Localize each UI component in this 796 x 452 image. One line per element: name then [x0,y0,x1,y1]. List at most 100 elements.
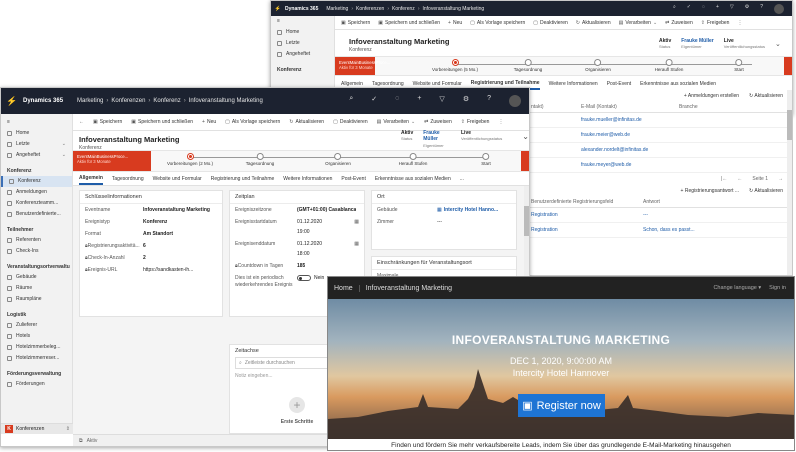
front-nav-hotels[interactable]: Hotels [1,331,72,342]
website-home-link[interactable]: Home [328,284,360,292]
back-crumb-type[interactable]: Konferenz [392,6,415,12]
back-process-button[interactable]: ▤ Verarbeiten ⌄ [619,20,658,26]
front-avatar[interactable] [509,95,521,107]
back-add-icon[interactable]: + [716,4,719,14]
start-time-input[interactable]: 19:00 [297,229,322,235]
back-col-email[interactable]: E-Mail (Kontakt) [581,104,679,110]
front-task-icon[interactable]: ✓ [371,95,377,107]
front-save-button[interactable]: ▣ Speichern [93,119,122,125]
front-nav-recent[interactable]: Letzte ⌄ [1,139,72,150]
back-subgrid-refresh-button[interactable]: ↻ Aktualisieren [749,93,783,99]
recurring-toggle[interactable]: Nein [297,275,324,281]
back-col-industry[interactable]: Branche [679,104,698,110]
front-hdr-owner[interactable]: Frauke Müller Eigentümer [423,130,451,148]
front-tab-general[interactable]: Allgemein [79,173,103,185]
front-tab-social[interactable]: Erkenntnisse aus sozialen Medien [375,174,451,184]
start-date-input[interactable]: 01.12.2020 [297,219,322,225]
front-nav-hotel-occupancy[interactable]: Hotelzimmerbeleg... [1,342,72,353]
back-share-button[interactable]: ⇪ Freigeben [701,20,730,26]
front-tab-agenda[interactable]: Tagesordnung [112,174,144,184]
front-crumb-area[interactable]: Marketing [77,98,103,104]
back-bpf-flag[interactable]: EventMainBusinessProce... Aktiv für 3 Mon… [335,57,390,75]
end-date-input[interactable]: 01.12.2020 [297,241,322,247]
back-refresh-button[interactable]: ↻ Aktualisieren [576,20,611,26]
front-share-button[interactable]: ⇪ Freigeben [461,119,490,125]
front-nav-roomplans[interactable]: Raumpläne [1,294,72,305]
back-avatar[interactable] [774,3,784,14]
back-new-button[interactable]: + Neu [448,20,462,26]
front-tab-website[interactable]: Website und Formular [153,174,202,184]
back-col-custom-field[interactable]: Benutzerdefinierte Registrierungsfeld [531,199,643,205]
front-more-commands-icon[interactable]: ⋮ [498,119,503,125]
front-nav-konferenz[interactable]: Konferenz [1,176,72,187]
front-nav-home[interactable]: Home [1,128,72,139]
front-save-template-button[interactable]: ▢ Als Vorlage speichern [225,119,280,125]
front-stage-3[interactable]: Organisieren [325,153,351,166]
front-nav-suppliers[interactable]: Zulieferer [1,320,72,331]
front-nav-speakers[interactable]: Referenten [1,235,72,246]
end-time-input[interactable]: 18:00 [297,251,322,257]
back-app-launcher-icon[interactable]: ⚡ [271,6,285,12]
front-deactivate-button[interactable]: ▢ Deaktivieren [333,119,368,125]
front-tab-more[interactable]: ... [460,174,464,184]
back-create-registration-button[interactable]: + Anmeldungen erstellen [684,93,739,99]
front-filter-icon[interactable]: ▽ [439,95,444,107]
back-stage-3[interactable]: Organisieren [585,59,611,72]
front-search-icon[interactable]: ⌕ [349,95,353,107]
table-row[interactable]: frauke.meier@web.de [527,128,789,143]
table-row[interactable]: frauke.meyer@web.de [527,158,789,173]
calendar-icon[interactable]: ▦ [354,241,359,247]
back-tab-social[interactable]: Erkenntnisse aus sozialen Medien [640,79,716,89]
front-back-button[interactable]: ← [79,119,84,125]
front-tab-registration[interactable]: Registrierung und Teilnahme [211,174,275,184]
front-add-icon[interactable]: + [417,95,421,107]
front-nav-buildings[interactable]: Gebäude [1,272,72,283]
back-nav-recent[interactable]: Letzte [271,38,334,49]
front-stage-1[interactable]: Vorbereitungen (2 Mo.) [167,153,213,166]
front-app-name[interactable]: Dynamics 365 [23,98,63,104]
back-stage-1[interactable]: Vorbereitungen (5 Mo.) [432,59,478,72]
front-area-switcher[interactable]: K Konferenzen ⇕ [1,423,73,434]
table-row[interactable]: Registration Schon, dass es passt... [527,223,789,238]
back-nav-home[interactable]: Home [271,27,334,38]
back-help-icon[interactable]: ? [760,4,763,14]
back-more-commands-icon[interactable]: ⋮ [737,20,742,26]
back-crumb-area[interactable]: Marketing [326,6,348,12]
front-nav-pinned[interactable]: Angeheftet ⌄ [1,150,72,161]
back-save-template-button[interactable]: ▢ Als Vorlage speichern [470,20,525,26]
front-stage-4[interactable]: Heraufl Stufen [399,153,427,166]
front-tab-post-event[interactable]: Post-Event [341,174,365,184]
back-header-expand-icon[interactable]: ⌄ [775,38,781,50]
back-stage-4[interactable]: Heraufl Stufen [655,59,683,72]
front-nav-menu-icon[interactable]: ≡ [1,114,72,128]
back-stage-5[interactable]: Start [734,59,744,72]
table-row[interactable]: alexander.nordelt@infinitas.de [527,143,789,158]
back-bpf-next-icon[interactable] [784,57,792,75]
front-nav-sponsorships[interactable]: Förderungen [1,379,72,390]
table-row[interactable]: Registration --- [527,208,789,223]
front-bpf-flag[interactable]: EventMainBusinessProce... Aktiv für 3 Mon… [73,151,151,171]
front-crumb-type[interactable]: Konferenz [153,98,180,104]
front-stage-2[interactable]: Tagesordnung [246,153,274,166]
back-search-icon[interactable]: ⌕ [673,4,676,14]
prev-page-icon[interactable]: ← [737,176,742,182]
next-page-icon[interactable]: → [778,176,783,182]
front-tab-more-info[interactable]: Weitere Informationen [283,174,332,184]
front-app-launcher-icon[interactable]: ⚡ [1,96,23,107]
back-crumb-entity[interactable]: Konferenzen [356,6,384,12]
front-bpf-next-icon[interactable] [521,151,529,171]
front-nav-rooms[interactable]: Räume [1,283,72,294]
front-nav-checkins[interactable]: Check-Ins [1,246,72,257]
back-deactivate-button[interactable]: ▢ Deaktivieren [533,20,568,26]
back-col-contact[interactable]: ntakt) [531,104,581,110]
register-now-button[interactable]: ▣ Register now [518,394,605,417]
back-hdr-owner[interactable]: Frauke Müller Eigentümer [681,38,714,50]
back-tab-post-event[interactable]: Post-Event [607,79,631,89]
back-col-answer[interactable]: Antwort [643,199,660,205]
calendar-icon[interactable]: ▦ [354,219,359,225]
back-assign-button[interactable]: ⇄ Zuweisen [665,20,693,26]
front-save-close-button[interactable]: ▣ Speichern und schließen [131,119,193,125]
front-stage-5[interactable]: Start [481,153,491,166]
back-task-icon[interactable]: ✓ [687,4,691,14]
back-tab-more-info[interactable]: Weitere Informationen [549,79,598,89]
